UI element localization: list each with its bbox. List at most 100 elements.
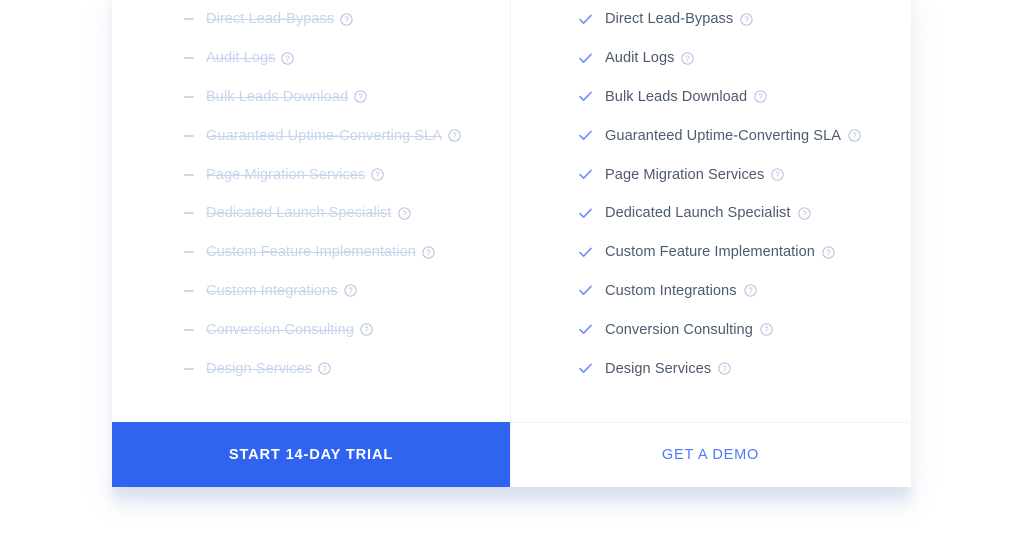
cta-area-right: GET A DEMO bbox=[511, 422, 910, 487]
feature-label: Guaranteed Uptime-Converting SLA bbox=[206, 127, 443, 144]
svg-text:?: ? bbox=[748, 287, 753, 296]
feature-row: Design Services? bbox=[511, 349, 910, 388]
feature-label: Page Migration Services bbox=[605, 166, 765, 183]
help-circle-icon[interactable]: ? bbox=[718, 362, 731, 375]
feature-label: Page Migration Services bbox=[206, 166, 366, 183]
svg-text:?: ? bbox=[852, 132, 857, 141]
help-circle-icon[interactable]: ? bbox=[371, 168, 384, 181]
feature-label-group: Dedicated Launch Specialist? bbox=[206, 205, 411, 221]
svg-text:?: ? bbox=[358, 93, 363, 102]
feature-label-group: Conversion Consulting? bbox=[206, 322, 373, 338]
help-circle-icon[interactable]: ? bbox=[743, 284, 757, 298]
feature-row: Audit Logs? bbox=[511, 39, 910, 78]
pricing-comparison-card: Direct Lead-Bypass? Audit Logs? Bulk Leads… bbox=[112, 0, 911, 487]
feature-row: Bulk Leads Download? bbox=[511, 78, 910, 117]
dash-icon bbox=[184, 367, 198, 370]
feature-label-group: Guaranteed Uptime-Converting SLA? bbox=[206, 128, 461, 144]
dash-icon bbox=[184, 289, 194, 292]
help-circle-icon[interactable]: ? bbox=[340, 13, 353, 26]
feature-label: Design Services bbox=[206, 360, 313, 377]
feature-list-left: Direct Lead-Bypass? Audit Logs? Bulk Leads… bbox=[112, 0, 510, 422]
feature-label: Conversion Consulting bbox=[206, 321, 354, 338]
feature-label: Custom Integrations bbox=[206, 282, 338, 299]
check-icon bbox=[579, 285, 593, 296]
dash-icon bbox=[184, 18, 198, 21]
feature-label-group: Design Services? bbox=[605, 361, 731, 377]
svg-text:?: ? bbox=[826, 248, 831, 257]
feature-row: Custom Integrations? bbox=[112, 272, 510, 311]
feature-label: Dedicated Launch Specialist bbox=[206, 205, 392, 222]
feature-label: Audit Logs bbox=[206, 50, 276, 67]
feature-label: Dedicated Launch Specialist bbox=[605, 205, 791, 222]
dash-icon bbox=[184, 289, 198, 292]
feature-label-group: Audit Logs? bbox=[605, 50, 695, 67]
check-icon bbox=[579, 169, 593, 180]
help-circle-icon[interactable]: ? bbox=[360, 323, 373, 336]
help-circle-icon[interactable]: ? bbox=[681, 52, 695, 65]
help-circle-icon[interactable]: ? bbox=[760, 323, 773, 336]
feature-label: Conversion Consulting bbox=[605, 321, 753, 338]
feature-row: Conversion Consulting? bbox=[511, 310, 910, 349]
help-circle-icon[interactable]: ? bbox=[397, 207, 411, 220]
help-circle-icon[interactable]: ? bbox=[797, 207, 811, 220]
feature-row: Design Services? bbox=[112, 349, 510, 388]
check-icon bbox=[579, 130, 593, 141]
help-circle-icon[interactable]: ? bbox=[422, 246, 435, 259]
help-circle-icon[interactable]: ? bbox=[448, 129, 461, 142]
dash-icon bbox=[184, 367, 194, 370]
check-icon bbox=[579, 247, 593, 258]
start-trial-button[interactable]: START 14-DAY TRIAL bbox=[112, 422, 510, 487]
feature-label-group: Bulk Leads Download? bbox=[605, 89, 767, 105]
feature-label-group: Conversion Consulting? bbox=[605, 322, 773, 338]
feature-row: Guaranteed Uptime-Converting SLA? bbox=[112, 116, 510, 155]
cta-area-left: START 14-DAY TRIAL bbox=[112, 422, 510, 487]
dash-icon bbox=[184, 57, 198, 60]
help-circle-icon[interactable]: ? bbox=[281, 52, 295, 65]
feature-row: Audit Logs? bbox=[112, 39, 510, 78]
help-circle-icon[interactable]: ? bbox=[318, 362, 331, 375]
feature-label: Direct Lead-Bypass bbox=[605, 11, 734, 28]
help-circle-icon[interactable]: ? bbox=[848, 129, 861, 142]
svg-text:?: ? bbox=[745, 15, 750, 24]
svg-text:?: ? bbox=[802, 209, 807, 218]
help-circle-icon[interactable]: ? bbox=[354, 90, 367, 104]
feature-label-group: Page Migration Services? bbox=[206, 167, 384, 183]
svg-text:?: ? bbox=[764, 326, 769, 335]
help-circle-icon[interactable]: ? bbox=[740, 13, 753, 26]
card-shadow-wash bbox=[112, 487, 911, 513]
svg-text:?: ? bbox=[348, 287, 353, 296]
svg-text:?: ? bbox=[322, 365, 327, 374]
svg-text:?: ? bbox=[722, 365, 727, 374]
dash-icon bbox=[184, 251, 194, 254]
help-circle-icon[interactable]: ? bbox=[343, 284, 357, 298]
feature-label-group: Custom Feature Implementation? bbox=[605, 244, 835, 260]
dash-icon bbox=[184, 134, 194, 137]
plan-column-left: Direct Lead-Bypass? Audit Logs? Bulk Leads… bbox=[112, 0, 511, 487]
feature-label: Bulk Leads Download bbox=[605, 88, 748, 105]
svg-text:?: ? bbox=[345, 15, 350, 24]
help-circle-icon[interactable]: ? bbox=[771, 168, 784, 181]
check-icon bbox=[579, 53, 593, 64]
check-icon bbox=[579, 363, 593, 374]
help-circle-icon[interactable]: ? bbox=[754, 90, 767, 104]
get-demo-button[interactable]: GET A DEMO bbox=[511, 422, 910, 487]
dash-icon bbox=[184, 95, 198, 98]
svg-text:?: ? bbox=[376, 171, 381, 180]
feature-row: Direct Lead-Bypass? bbox=[112, 0, 510, 39]
feature-label: Bulk Leads Download bbox=[206, 88, 349, 105]
feature-label-group: Custom Integrations? bbox=[206, 283, 357, 299]
feature-label: Audit Logs bbox=[605, 50, 675, 67]
feature-label: Custom Integrations bbox=[605, 282, 737, 299]
svg-text:?: ? bbox=[686, 54, 691, 63]
dash-icon bbox=[184, 212, 198, 215]
feature-row: Custom Feature Implementation? bbox=[511, 233, 910, 272]
svg-text:?: ? bbox=[758, 93, 763, 102]
check-icon bbox=[579, 91, 593, 102]
svg-text:?: ? bbox=[286, 54, 291, 63]
feature-label-group: Audit Logs? bbox=[206, 50, 295, 67]
feature-row: Page Migration Services? bbox=[511, 155, 910, 194]
feature-label-group: Guaranteed Uptime-Converting SLA? bbox=[605, 128, 861, 144]
dash-icon bbox=[184, 57, 194, 60]
help-circle-icon[interactable]: ? bbox=[822, 246, 835, 259]
feature-label-group: Custom Feature Implementation? bbox=[206, 244, 435, 260]
